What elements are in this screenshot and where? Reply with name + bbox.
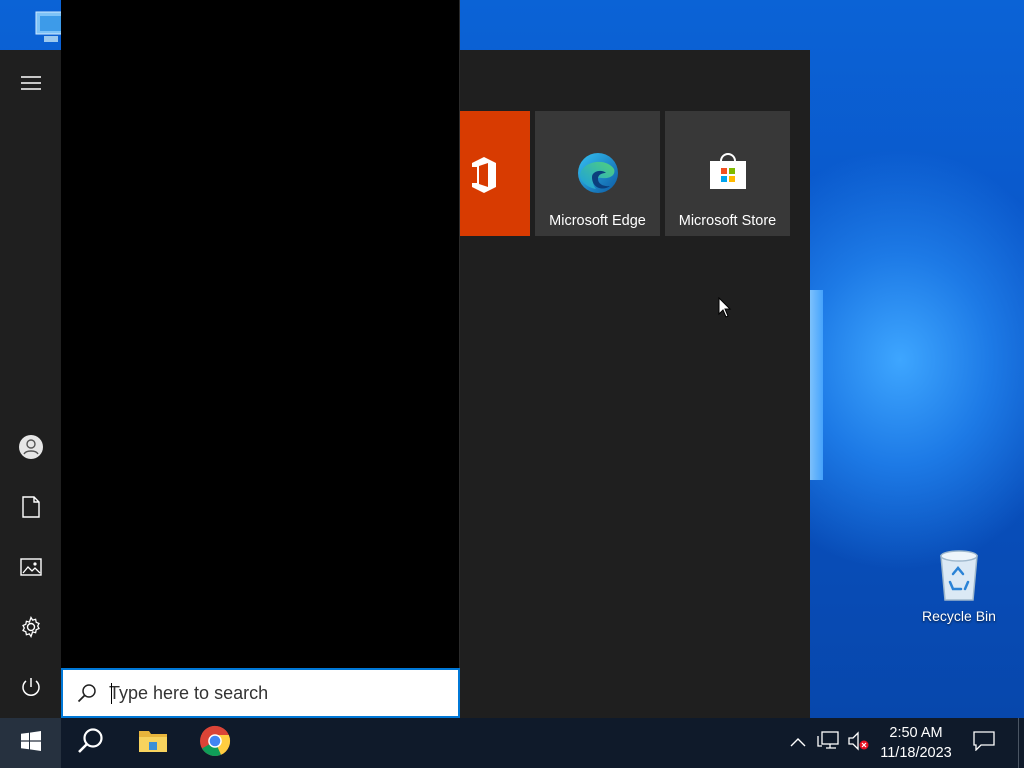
network-button[interactable] xyxy=(816,730,840,756)
mouse-cursor-icon xyxy=(718,296,732,324)
tile-label-store: Microsoft Store xyxy=(678,213,777,229)
windows-logo-icon xyxy=(20,730,41,756)
start-menu-rail xyxy=(0,50,61,718)
office-icon xyxy=(470,155,498,199)
edge-icon xyxy=(576,151,620,199)
search-input[interactable] xyxy=(109,678,429,708)
hamburger-icon xyxy=(20,75,41,95)
tile-office[interactable] xyxy=(460,111,530,236)
volume-muted-icon xyxy=(847,730,869,756)
user-icon xyxy=(18,434,44,465)
taskbar: 2:50 AM 11/18/2023 xyxy=(0,718,1024,768)
show-hidden-icons-button[interactable] xyxy=(788,732,808,754)
action-center-button[interactable] xyxy=(972,730,996,756)
clock[interactable]: 2:50 AM 11/18/2023 xyxy=(872,723,960,763)
text-caret xyxy=(111,683,112,704)
desktop-icon-this-pc-partial[interactable] xyxy=(0,0,63,50)
start-button[interactable] xyxy=(0,718,61,768)
network-icon xyxy=(817,730,839,756)
gear-icon xyxy=(20,615,42,643)
tile-group-label: ivity xyxy=(460,77,520,94)
search-icon xyxy=(77,683,97,703)
search-box[interactable] xyxy=(61,668,460,718)
power-button[interactable] xyxy=(0,665,61,713)
action-center-icon xyxy=(973,730,995,756)
document-icon xyxy=(21,495,40,523)
start-app-list[interactable] xyxy=(61,0,460,668)
tile-microsoft-store[interactable]: Microsoft Store xyxy=(665,111,790,236)
expand-menu-button[interactable] xyxy=(0,61,61,109)
show-desktop-button[interactable] xyxy=(1018,718,1024,768)
recycle-bin-label: Recycle Bin xyxy=(922,608,996,624)
account-button[interactable] xyxy=(0,425,61,473)
chrome-icon xyxy=(199,725,231,762)
taskbar-file-explorer[interactable] xyxy=(123,718,183,768)
folder-icon xyxy=(138,728,168,759)
tile-label-edge: Microsoft Edge xyxy=(549,213,646,229)
search-icon xyxy=(77,727,105,760)
start-tiles-panel: ivity xyxy=(460,50,810,718)
documents-button[interactable] xyxy=(0,485,61,533)
recycle-bin-icon xyxy=(914,548,1004,604)
taskbar-chrome[interactable] xyxy=(185,718,245,768)
settings-button[interactable] xyxy=(0,605,61,653)
tile-microsoft-edge[interactable]: Microsoft Edge xyxy=(535,111,660,236)
power-icon xyxy=(20,676,42,703)
chevron-up-icon xyxy=(790,734,806,752)
clock-time: 2:50 AM xyxy=(889,725,943,741)
store-icon xyxy=(707,151,749,197)
clock-date: 11/18/2023 xyxy=(880,745,952,761)
volume-button[interactable] xyxy=(846,730,870,756)
taskbar-search-button[interactable] xyxy=(61,718,121,768)
desktop-icon-recycle-bin[interactable]: Recycle Bin xyxy=(914,548,1004,624)
pictures-icon xyxy=(19,557,42,581)
pictures-button[interactable] xyxy=(0,545,61,593)
